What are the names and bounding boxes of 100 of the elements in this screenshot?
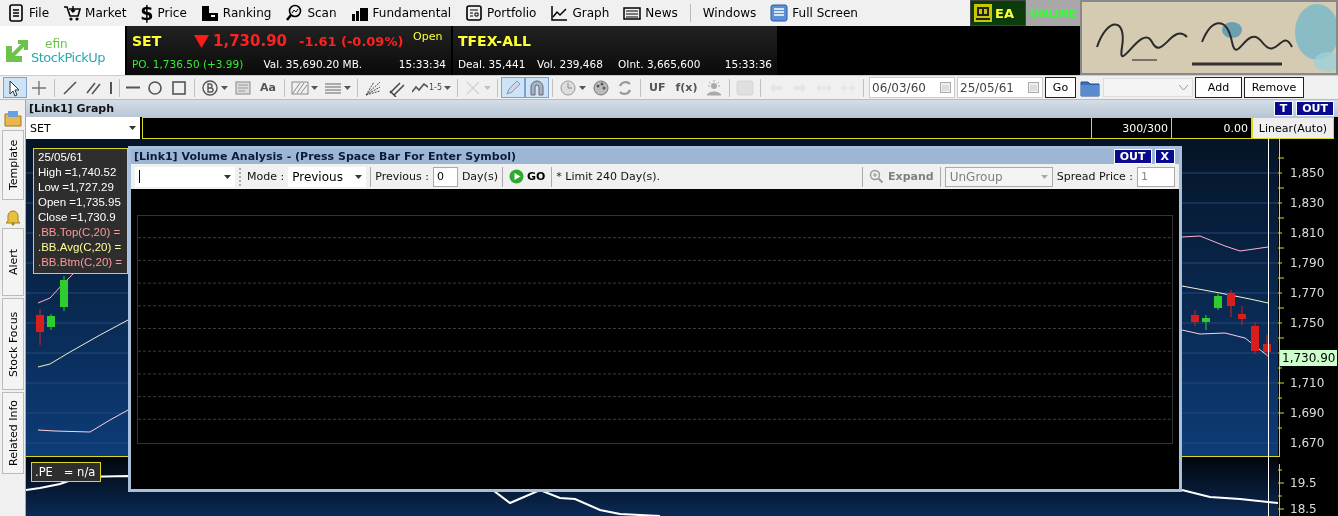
axis-label: 1,810: [1290, 225, 1325, 241]
grip-handle[interactable]: [239, 167, 243, 186]
axis-label: 1,750: [1290, 315, 1325, 331]
candle: [1238, 305, 1246, 326]
menu-item[interactable]: Ranking: [196, 2, 276, 24]
vertical-line-icon: [109, 81, 113, 94]
side-tab[interactable]: Alert: [1, 228, 24, 296]
menu-item[interactable]: Scan: [281, 2, 341, 24]
scale-mode[interactable]: Linear(Auto): [1252, 117, 1334, 139]
diagonal-line-icon: [61, 78, 79, 97]
menu-item[interactable]: $ Price: [136, 2, 191, 24]
symbol-dropdown[interactable]: SET: [26, 117, 140, 139]
tooltip-line: .BB.Btm(C,20) =: [38, 255, 123, 270]
candle: [1191, 309, 1199, 327]
caret-icon: [1040, 174, 1048, 179]
hatch-icon: [290, 78, 309, 97]
index-symbol: TFEX-ALL: [458, 33, 531, 49]
dialog-button[interactable]: OUT: [1113, 149, 1152, 164]
symbol-input[interactable]: [135, 166, 235, 187]
trade-value: Val. 35,690.20 MB.: [263, 58, 364, 70]
spread-input[interactable]: 1: [1137, 166, 1175, 187]
candle: [1227, 289, 1235, 318]
market-state: Open: [413, 30, 443, 43]
arrow-icon: [4, 37, 30, 64]
calendar-icon: [940, 82, 951, 93]
podium-icon: [200, 4, 219, 22]
chevron-icon: [1179, 84, 1188, 91]
dialog-button[interactable]: X: [1154, 149, 1175, 164]
axis-label: 18.5: [1290, 501, 1317, 516]
field-label: Day(s): [461, 170, 498, 183]
connection-status: ONLINE: [1026, 0, 1080, 26]
palette-icon: [592, 78, 610, 97]
tooltip-line: High =1,740.52: [38, 165, 117, 180]
candle: [36, 308, 44, 346]
side-tab[interactable]: Stock Focus: [1, 298, 24, 390]
go-button[interactable]: Go: [1045, 77, 1076, 98]
circled-shape-icon: [201, 78, 219, 97]
candle: [1214, 293, 1222, 311]
field-label: Spread Price :: [1056, 170, 1133, 183]
line-chart-icon: [550, 4, 569, 22]
newspaper-icon: [623, 4, 642, 22]
date-field[interactable]: 25/05/61: [957, 77, 1043, 98]
tool-button[interactable]: [3, 77, 27, 98]
tooltip-line: .BB.Top(C,20) =: [38, 225, 121, 240]
menu-item[interactable]: File: [3, 2, 54, 24]
menu-item[interactable]: Full Screen: [766, 2, 862, 24]
axis-label: 1,850: [1290, 165, 1325, 181]
menu-item[interactable]: Market: [59, 2, 131, 24]
axis-label: 1,690: [1290, 405, 1325, 421]
side-tab[interactable]: Template: [1, 130, 24, 200]
sun-person-icon: [705, 78, 724, 97]
volume: Vol. 239,468: [537, 58, 604, 70]
window-icon: [770, 4, 789, 22]
add-button[interactable]: Add: [1195, 77, 1242, 98]
zoom-in-icon: [869, 169, 885, 184]
projected-open: PO. 1,736.50 (+3.99): [132, 58, 245, 70]
go-button[interactable]: GO: [506, 169, 548, 184]
days-input[interactable]: 0: [432, 166, 458, 187]
menu-item[interactable]: Graph: [546, 2, 614, 24]
menu-item[interactable]: Windows: [698, 2, 761, 24]
panel-button[interactable]: OUT: [1296, 101, 1334, 116]
candle: [1263, 334, 1271, 358]
caret-icon: [129, 126, 136, 130]
badge-text: EA: [995, 5, 1014, 21]
candle: [1202, 314, 1210, 331]
cart-icon: [63, 4, 82, 22]
tooltip-line: Open =1,735.95: [38, 195, 121, 210]
menu-item[interactable]: Portfolio: [461, 2, 541, 24]
logo-text: efin: [44, 37, 69, 51]
quote-time: 15:33:34: [398, 58, 446, 70]
panel-button[interactable]: T: [1273, 101, 1294, 116]
price-change: -1.61 (-0.09%): [299, 33, 405, 49]
candle: [47, 313, 55, 331]
remove-button[interactable]: Remove: [1244, 77, 1304, 98]
tooltip-line: Low =1,727.29: [38, 180, 114, 195]
date-field[interactable]: 06/03/60: [869, 77, 955, 98]
menu-item[interactable]: News: [619, 2, 682, 24]
tool-label: 1-5: [428, 83, 442, 92]
field-label: Mode :: [247, 170, 285, 183]
field-label: Previous :: [375, 170, 429, 183]
pencil-icon: [504, 78, 522, 97]
note-icon: [234, 78, 252, 97]
candle: [1251, 321, 1259, 355]
mode-dropdown[interactable]: Previous: [288, 166, 367, 187]
tooltip-line: .BB.Avg(C,20) =: [38, 240, 122, 255]
caret-icon: [224, 174, 231, 179]
tool-button[interactable]: f(x): [670, 77, 703, 98]
side-tab[interactable]: Related Info: [1, 392, 24, 474]
tool-button[interactable]: Aa: [255, 77, 281, 98]
menu-item[interactable]: Fundamental: [346, 2, 456, 24]
calendar-icon: [1028, 82, 1039, 93]
axis-label: 1,670: [1290, 435, 1325, 451]
caret-icon: [355, 174, 363, 179]
wave-icon: [411, 82, 428, 93]
axis-label: 1,710: [1290, 375, 1325, 391]
tool-button[interactable]: 1-5: [408, 77, 454, 98]
tool-button[interactable]: UF: [644, 77, 671, 98]
horizontal-line-icon: [126, 86, 140, 89]
last-price-label: 1,730.90: [1280, 350, 1338, 366]
open-interest: OInt. 3,665,600: [618, 58, 702, 70]
